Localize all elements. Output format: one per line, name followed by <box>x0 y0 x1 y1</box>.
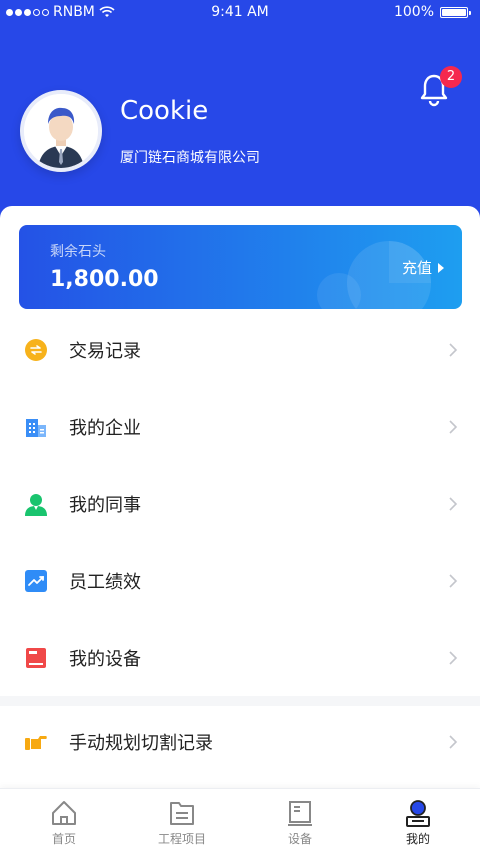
menu-item-colleagues[interactable]: 我的同事 <box>0 466 480 543</box>
user-avatar-icon <box>24 94 98 168</box>
chevron-right-icon <box>449 497 458 511</box>
tab-label: 我的 <box>405 832 430 846</box>
battery-icon <box>440 6 471 18</box>
menu-label: 我的同事 <box>69 495 141 516</box>
menu-item-performance[interactable]: 员工绩效 <box>0 543 480 620</box>
device-icon <box>26 648 46 668</box>
balance-label: 剩余石头 <box>50 244 106 260</box>
profile-header: RNBM 9:41 AM 100% 2 Cookie 厦门链石商城有限公司 <box>0 0 480 232</box>
company-name: 厦门链石商城有限公司 <box>120 150 260 166</box>
play-arrow-icon <box>438 262 444 273</box>
battery-percent: 100% <box>393 4 434 20</box>
menu-item-enterprise[interactable]: 我的企业 <box>0 389 480 466</box>
recharge-label: 充值 <box>401 259 432 277</box>
projects-icon <box>170 802 194 825</box>
hand-point-icon <box>25 736 47 750</box>
menu-item-cutting-records[interactable]: 手动规划切割记录 <box>0 704 480 781</box>
enterprise-icon <box>26 419 46 437</box>
user-name: Cookie <box>120 96 209 126</box>
menu-label: 我的企业 <box>69 418 141 439</box>
menu-label: 我的设备 <box>69 649 141 670</box>
menu-label: 员工绩效 <box>69 572 141 593</box>
tab-home[interactable]: 首页 <box>4 789 124 855</box>
profile-icon <box>406 800 430 827</box>
tab-label: 设备 <box>287 832 312 846</box>
home-icon <box>52 801 76 825</box>
tab-projects[interactable]: 工程项目 <box>122 789 242 855</box>
tab-profile[interactable]: 我的 <box>358 789 478 855</box>
chevron-right-icon <box>449 574 458 588</box>
tab-bar: 首页 工程项目 设备 我的 <box>0 788 480 855</box>
tab-label: 首页 <box>51 832 76 846</box>
status-right: 100% <box>393 4 471 20</box>
notification-badge: 2 <box>440 66 462 88</box>
performance-icon <box>25 570 47 592</box>
menu-label: 手动规划切割记录 <box>69 733 213 754</box>
chevron-right-icon <box>449 651 458 665</box>
menu-item-devices[interactable]: 我的设备 <box>0 620 480 697</box>
recharge-button[interactable]: 充值 <box>402 257 444 278</box>
tab-equipment[interactable]: 设备 <box>240 789 360 855</box>
balance-value: 1,800.00 <box>50 267 159 292</box>
chevron-right-icon <box>449 420 458 434</box>
transactions-icon <box>25 339 47 361</box>
avatar[interactable] <box>20 90 102 172</box>
status-bar: RNBM 9:41 AM 100% <box>0 0 480 26</box>
chevron-right-icon <box>449 735 458 749</box>
colleague-icon <box>25 494 47 516</box>
balance-card[interactable]: 剩余石头 1,800.00 充值 <box>19 225 462 309</box>
chevron-right-icon <box>449 343 458 357</box>
menu-label: 交易记录 <box>69 341 141 362</box>
menu-item-transactions[interactable]: 交易记录 <box>0 312 480 389</box>
equipment-icon <box>288 801 312 826</box>
tab-label: 工程项目 <box>157 832 206 846</box>
